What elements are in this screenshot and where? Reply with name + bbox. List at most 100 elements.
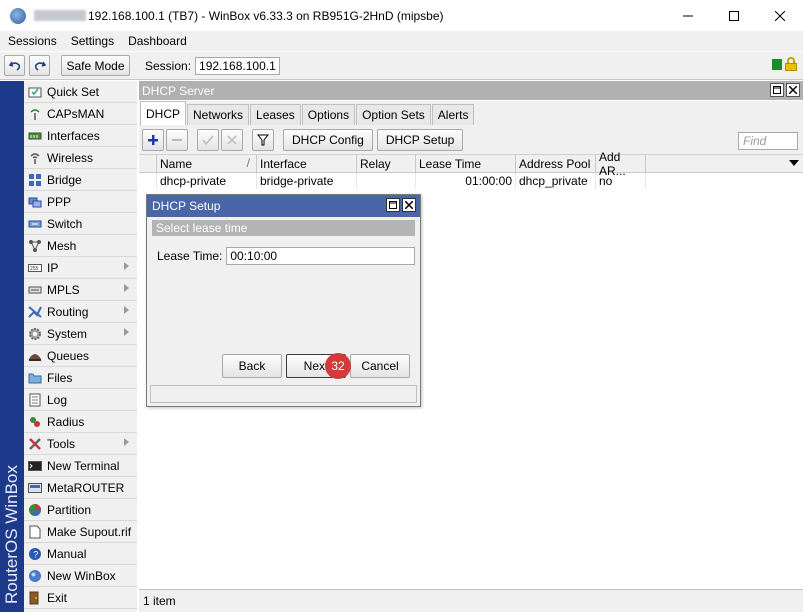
sidebar-item-label: Queues <box>47 348 90 363</box>
step-badge: 32 <box>325 353 351 379</box>
tab-leases[interactable]: Leases <box>250 104 301 125</box>
add-button[interactable] <box>142 128 164 151</box>
switch-icon <box>27 216 43 232</box>
manual-icon: ? <box>27 546 43 562</box>
menu-dashboard[interactable]: Dashboard <box>121 34 194 48</box>
sort-indicator-icon: / <box>246 156 250 170</box>
column-header-name[interactable]: Name / <box>157 155 257 172</box>
sidebar-item-label: Quick Set <box>47 84 100 99</box>
sidebar-item-routing[interactable]: Routing <box>24 301 137 323</box>
sidebar-item-label: Exit <box>47 590 68 605</box>
disable-button[interactable] <box>221 128 243 151</box>
sidebar-item-mpls[interactable]: MPLS <box>24 279 137 301</box>
sidebar-item-make-supout[interactable]: Make Supout.rif <box>24 521 137 543</box>
dialog-status-bar <box>150 385 417 403</box>
lease-time-label: Lease Time: <box>157 249 223 263</box>
tab-dhcp[interactable]: DHCP <box>140 101 187 125</box>
redo-button[interactable] <box>29 55 50 76</box>
sidebar-item-quick-set[interactable]: Quick Set <box>24 81 137 103</box>
maximize-button[interactable] <box>711 0 757 31</box>
supout-icon <box>27 524 43 540</box>
maximize-icon <box>729 10 739 21</box>
sidebar-item-manual[interactable]: ? Manual <box>24 543 137 565</box>
dhcp-config-button[interactable]: DHCP Config <box>283 128 373 151</box>
close-icon <box>405 201 413 209</box>
dialog-maximize-button[interactable] <box>386 198 400 212</box>
sidebar-item-log[interactable]: Log <box>24 389 137 411</box>
column-header-relay[interactable]: Relay <box>357 155 416 172</box>
column-header-lease-time[interactable]: Lease Time <box>416 155 516 172</box>
mpls-icon <box>27 282 43 298</box>
menu-settings[interactable]: Settings <box>64 34 121 48</box>
lease-time-input[interactable]: 00:10:00 <box>226 247 416 265</box>
sidebar-item-files[interactable]: Files <box>24 367 137 389</box>
sidebar-item-capsman[interactable]: CAPsMAN <box>24 103 137 125</box>
sidebar-item-new-terminal[interactable]: New Terminal <box>24 455 137 477</box>
remove-button[interactable] <box>166 128 188 151</box>
cell-add-arp: no <box>596 173 646 189</box>
sidebar-item-bridge[interactable]: Bridge <box>24 169 137 191</box>
session-address: 192.168.100.1 <box>195 56 280 75</box>
cancel-button[interactable]: Cancel <box>350 354 410 378</box>
dialog-titlebar: DHCP Setup <box>147 195 420 217</box>
column-header-address-pool[interactable]: Address Pool <box>516 155 596 172</box>
tab-networks[interactable]: Networks <box>187 104 250 125</box>
sidebar-item-label: Log <box>47 392 68 407</box>
column-header-flags[interactable] <box>139 155 157 172</box>
panel-close-button[interactable] <box>786 83 800 97</box>
tab-options[interactable]: Options <box>301 104 356 125</box>
close-icon <box>789 86 797 94</box>
table-row[interactable]: dhcp-private bridge-private 01:00:00 dhc… <box>139 173 803 189</box>
sidebar-item-radius[interactable]: Radius <box>24 411 137 433</box>
sidebar-item-partition[interactable]: Partition <box>24 499 137 521</box>
column-menu-icon[interactable] <box>789 160 799 166</box>
undo-button[interactable] <box>4 55 25 76</box>
minus-icon <box>172 138 182 141</box>
sidebar-item-new-winbox[interactable]: New WinBox <box>24 565 137 587</box>
back-button[interactable]: Back <box>222 354 282 378</box>
log-icon <box>27 392 43 408</box>
sidebar-item-switch[interactable]: Switch <box>24 213 137 235</box>
sidebar-item-interfaces[interactable]: Interfaces <box>24 125 137 147</box>
dhcp-setup-button[interactable]: DHCP Setup <box>376 128 464 151</box>
find-input[interactable]: Find <box>738 132 798 150</box>
panel-maximize-button[interactable] <box>770 83 784 97</box>
system-icon <box>27 326 43 342</box>
sidebar-item-exit[interactable]: Exit <box>24 587 137 609</box>
sidebar-item-mesh[interactable]: Mesh <box>24 235 137 257</box>
enable-button[interactable] <box>197 128 219 151</box>
winbox-icon <box>27 568 43 584</box>
tab-alerts[interactable]: Alerts <box>431 104 475 125</box>
sidebar-item-label: Interfaces <box>47 128 100 143</box>
plus-icon <box>148 134 158 145</box>
column-header-interface[interactable]: Interface <box>257 155 357 172</box>
svg-text:?: ? <box>33 549 38 559</box>
sidebar-item-label: Radius <box>47 414 85 429</box>
sidebar-item-wireless[interactable]: Wireless <box>24 147 137 169</box>
sidebar-item-tools[interactable]: Tools <box>24 433 137 455</box>
column-header-add-arp[interactable]: Add AR... <box>596 150 646 178</box>
sidebar-item-ppp[interactable]: PPP <box>24 191 137 213</box>
sidebar-item-ip[interactable]: 255 IP <box>24 257 137 279</box>
sidebar-item-queues[interactable]: Queues <box>24 345 137 367</box>
cell-relay <box>357 173 416 189</box>
close-window-button[interactable] <box>757 0 803 31</box>
row-flags <box>139 173 157 189</box>
sidebar-item-system[interactable]: System <box>24 323 137 345</box>
action-toolbar: DHCP Config DHCP Setup Find <box>139 125 803 155</box>
safe-mode-button[interactable]: Safe Mode <box>61 55 130 76</box>
minimize-button[interactable] <box>665 0 711 31</box>
sidebar-item-label: Make Supout.rif <box>47 524 132 539</box>
queues-icon <box>27 348 43 364</box>
ip-icon: 255 <box>27 260 43 276</box>
filter-button[interactable] <box>252 128 274 151</box>
interfaces-icon <box>27 128 43 144</box>
menu-sessions[interactable]: Sessions <box>0 34 64 48</box>
sidebar-item-metarouter[interactable]: MetaROUTER <box>24 477 137 499</box>
sidebar-item-label: Partition <box>47 502 92 517</box>
dialog-close-button[interactable] <box>402 198 416 212</box>
routing-icon <box>27 304 43 320</box>
tab-option-sets[interactable]: Option Sets <box>356 104 431 125</box>
sidebar-item-label: Mesh <box>47 238 77 253</box>
wireless-icon <box>27 150 43 166</box>
